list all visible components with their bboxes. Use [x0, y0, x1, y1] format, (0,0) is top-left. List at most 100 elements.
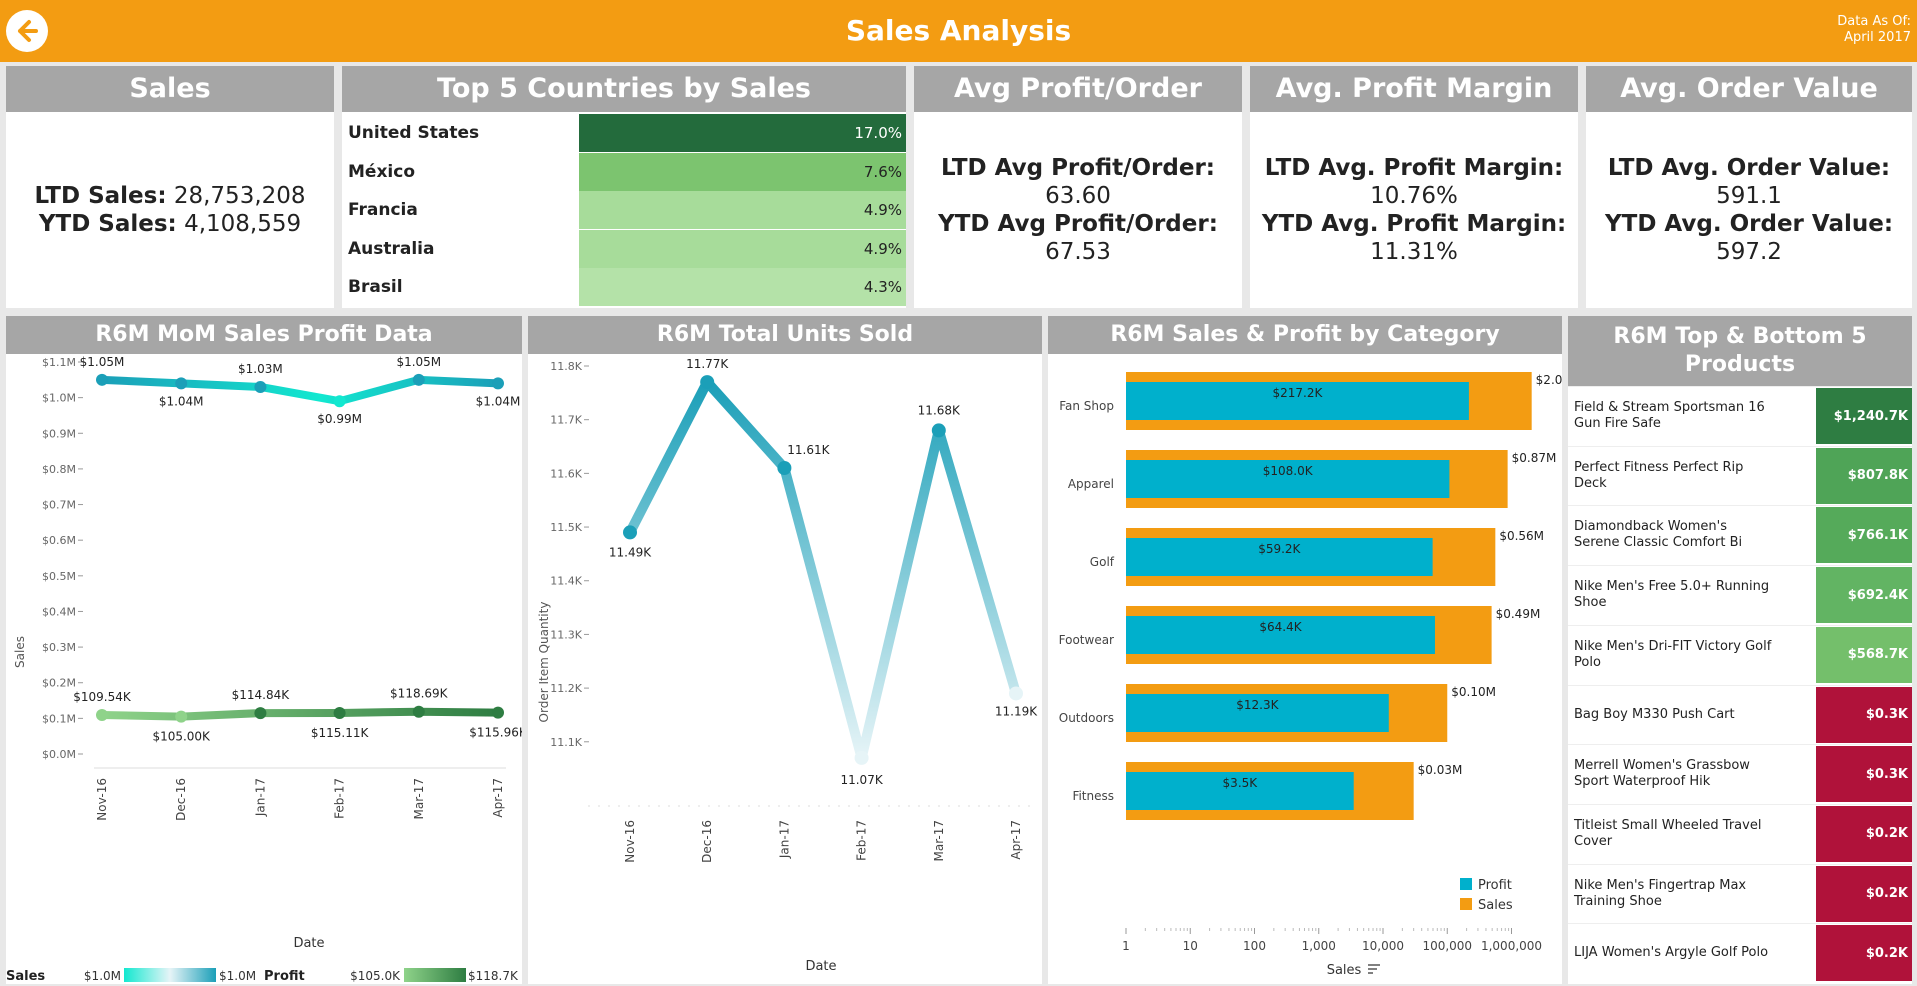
- profit-margin-kpi-title: Avg. Profit Margin: [1250, 66, 1578, 112]
- y-tick-label: $0.0M: [42, 748, 76, 761]
- category-bar-chart: Sales Profit Sales 1 10 100 1,000 10,000 100,…: [1059, 372, 1562, 978]
- profit-data-label: $115.96K: [469, 726, 522, 740]
- profit-margin-kpi-body: LTD Avg. Profit Margin: 10.76% YTD Avg. …: [1250, 112, 1578, 308]
- ytd-profit-order-value: 67.53: [1045, 239, 1111, 265]
- product-row[interactable]: Field & Stream Sportsman 16 Gun Fire Saf…: [1568, 386, 1912, 445]
- ytd-profit-order-label: YTD Avg Profit/Order:: [938, 211, 1218, 237]
- product-sales-value: $0.2K: [1816, 865, 1912, 922]
- sales-data-label: $1.05M: [80, 355, 125, 369]
- mom-x-axis-label: Date: [293, 936, 324, 951]
- units-point: [1009, 686, 1023, 701]
- units-data-label: 11.61K: [787, 443, 830, 457]
- units-point: [931, 423, 946, 438]
- units-point: [700, 375, 715, 390]
- product-row[interactable]: Merrell Women's Grassbow Sport Waterproo…: [1568, 744, 1912, 803]
- product-row[interactable]: Nike Men's Dri-FIT Victory Golf Polo $568…: [1568, 624, 1912, 684]
- country-name: United States: [348, 123, 480, 143]
- country-share-value: 4.3%: [863, 278, 902, 297]
- profit-point: [412, 705, 425, 718]
- sort-icon[interactable]: [1368, 964, 1380, 974]
- legend-sales-text: Sales: [1478, 898, 1513, 913]
- country-row[interactable]: Brasil 4.3%: [342, 268, 906, 307]
- product-name: Field & Stream Sportsman 16 Gun Fire Saf…: [1574, 400, 1765, 431]
- y-tick-label: $0.4M: [42, 605, 76, 618]
- product-row[interactable]: Perfect Fitness Perfect Rip Deck $807.8K: [1568, 445, 1912, 505]
- units-y-axis-label: Order Item Quantity: [537, 602, 551, 723]
- ltd-sales-label: LTD Sales:: [34, 183, 167, 209]
- x-tick-label: Jan-17: [777, 820, 791, 859]
- country-share-value: 4.9%: [863, 239, 902, 258]
- sales-data-label: $1.03M: [238, 362, 283, 376]
- profit-bar-label: $12.3K: [1236, 698, 1279, 712]
- ytd-sales-label: YTD Sales:: [38, 211, 177, 237]
- x-tick-label: Mar-17: [412, 778, 426, 819]
- profit-point: [175, 710, 188, 723]
- country-row[interactable]: United States 17.0%: [342, 114, 906, 152]
- sales-bar-label: $0.87M: [1512, 451, 1557, 465]
- legend-sales-label: Sales: [6, 969, 45, 984]
- x-tick-label: Nov-16: [623, 820, 637, 863]
- legend-profit-max: $118.7K: [468, 969, 519, 983]
- product-sales-value: $1,240.7K: [1816, 388, 1912, 444]
- profit-point: [96, 708, 108, 721]
- x-tick-label: 100,000: [1422, 939, 1472, 953]
- product-sales-value: $766.1K: [1816, 507, 1912, 564]
- profit-bar-label: $3.5K: [1223, 776, 1259, 790]
- x-tick-label: 1,000: [1302, 939, 1336, 953]
- ltd-sales-value: 28,753,208: [173, 183, 306, 209]
- sales-bar-label: $0.03M: [1418, 763, 1463, 777]
- product-name: Titleist Small Wheeled Travel Cover: [1574, 817, 1762, 849]
- product-row[interactable]: Nike Men's Free 5.0+ Running Shoe $692.4K: [1568, 565, 1912, 624]
- y-tick-label: $0.6M: [42, 534, 76, 547]
- x-tick-label: 100: [1243, 939, 1266, 953]
- x-tick-label: Apr-17: [491, 778, 505, 818]
- country-share-cell: 17.0%: [579, 114, 906, 152]
- product-row[interactable]: Nike Men's Fingertrap Max Training Shoe $…: [1568, 863, 1912, 923]
- legend-profit-gradient: [404, 968, 466, 982]
- product-name: Nike Men's Free 5.0+ Running Shoe: [1574, 579, 1770, 611]
- product-row[interactable]: Bag Boy M330 Push Cart $0.3K: [1568, 684, 1912, 744]
- country-row[interactable]: Francia 4.9%: [342, 191, 906, 230]
- product-row[interactable]: LIJA Women's Argyle Golf Polo $0.2K: [1568, 923, 1912, 982]
- y-tick-label: $0.3M: [42, 641, 76, 654]
- product-name: LIJA Women's Argyle Golf Polo: [1574, 945, 1769, 961]
- country-name: Francia: [348, 200, 418, 221]
- units-point: [854, 750, 869, 765]
- x-tick-label: 10: [1183, 939, 1198, 953]
- product-row[interactable]: Titleist Small Wheeled Travel Cover $0.2K: [1568, 803, 1912, 863]
- profit-bar-label: $64.4K: [1259, 620, 1302, 634]
- legend-sales-max: $1.0M: [219, 969, 256, 983]
- y-tick-label: 11.2K: [550, 682, 582, 695]
- data-as-of: Data As Of: April 2017: [1837, 14, 1911, 46]
- as-of-date: April 2017: [1844, 30, 1911, 45]
- y-tick-label: 11.6K: [550, 467, 582, 480]
- units-sold-panel: R6M Total Units Sold Order Item Quantity…: [528, 316, 1042, 984]
- units-data-label: 11.77K: [686, 357, 729, 371]
- sales-kpi-title: Sales: [6, 66, 334, 112]
- sales-point: [175, 377, 188, 390]
- country-row[interactable]: México 7.6%: [342, 152, 906, 191]
- product-sales-value: $0.2K: [1816, 925, 1912, 982]
- as-of-label: Data As Of:: [1837, 14, 1911, 29]
- ytd-profit-margin-value: 11.31%: [1370, 239, 1458, 265]
- page-title: Sales Analysis: [845, 14, 1072, 47]
- profit-point: [333, 706, 346, 719]
- country-share-cell: 7.6%: [579, 152, 906, 191]
- x-tick-label: Nov-16: [95, 778, 109, 821]
- country-share-value: 7.6%: [863, 162, 902, 181]
- ytd-sales-value: 4,108,559: [184, 211, 302, 237]
- x-tick-label: Apr-17: [1009, 820, 1023, 860]
- ltd-profit-order-value: 63.60: [1045, 183, 1111, 209]
- country-row[interactable]: Australia 4.9%: [342, 229, 906, 268]
- units-data-label: 11.68K: [918, 403, 961, 417]
- x-tick-label: Feb-17: [855, 820, 869, 861]
- profit-order-kpi-panel: Avg Profit/Order LTD Avg Profit/Order: 6…: [914, 66, 1242, 308]
- x-tick-label: Dec-16: [700, 820, 714, 863]
- legend-sales-min: $1.0M: [84, 969, 121, 983]
- sales-data-label: $0.99M: [317, 412, 362, 426]
- product-name: Perfect Fitness Perfect Rip Deck: [1574, 459, 1744, 491]
- product-row[interactable]: Diamondback Women's Serene Classic Comfo…: [1568, 505, 1912, 564]
- units-data-label: 11.19K: [995, 704, 1038, 718]
- profit-data-label: $109.54K: [73, 690, 132, 704]
- profit-bar-label: $108.0K: [1263, 464, 1314, 478]
